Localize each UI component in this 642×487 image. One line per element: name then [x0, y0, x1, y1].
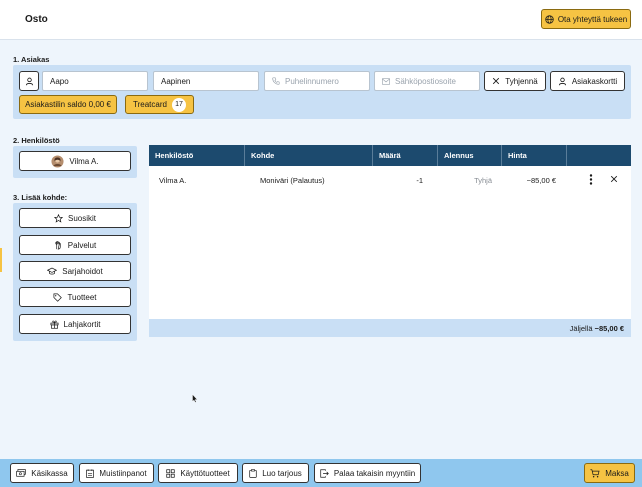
row-price[interactable]: −85,00 € — [502, 176, 556, 185]
email-field[interactable]: Sähköpostiosoite — [374, 71, 480, 91]
treatcard-label: Treatcard — [133, 100, 167, 109]
remaining-amount: Jäljellä −85,00 € — [570, 324, 624, 333]
remaining-value: −85,00 € — [594, 324, 624, 333]
row-remove-icon[interactable] — [610, 175, 618, 183]
clear-button[interactable]: Tyhjennä — [484, 71, 546, 91]
remaining-label: Jäljellä — [569, 324, 593, 333]
left-edge-marker — [0, 248, 2, 272]
shopping-cart-icon — [590, 468, 600, 478]
notes-icon — [86, 468, 95, 478]
column-header-item: Kohde — [245, 145, 373, 166]
close-icon — [492, 77, 500, 85]
first-name-field[interactable]: Aapo — [42, 71, 148, 91]
services-label: Palvelut — [67, 240, 97, 250]
last-name-field[interactable]: Aapinen — [153, 71, 259, 91]
email-placeholder: Sähköpostiosoite — [395, 76, 456, 86]
consumables-label: Käyttötuotteet — [180, 468, 230, 478]
favorites-button[interactable]: Suosikit — [19, 208, 131, 228]
customer-select-button[interactable] — [19, 71, 39, 91]
cash-drawer-label: Käsikassa — [31, 468, 68, 478]
services-button[interactable]: Palvelut — [19, 235, 131, 255]
favorites-label: Suosikit — [67, 213, 96, 223]
staff-select-button[interactable]: Vilma A. — [19, 151, 131, 171]
contact-support-label: Ota yhteyttä tukeen — [557, 14, 628, 24]
treatcard-button[interactable]: Treatcard 17 — [125, 95, 194, 114]
user-icon — [25, 77, 34, 86]
gift-icon — [50, 320, 59, 329]
purchase-table-body: Vilma A. Moniväri (Palautus) -1 Tyhjä −8… — [149, 166, 631, 319]
clipboard-icon — [249, 468, 257, 478]
phone-icon — [272, 77, 280, 85]
staff-section-label: 2. Henkilöstö — [13, 136, 60, 145]
row-staff: Vilma A. — [159, 176, 187, 185]
clear-label: Tyhjennä — [505, 76, 538, 86]
create-offer-button[interactable]: Luo tarjous — [242, 463, 309, 483]
pay-label: Maksa — [605, 468, 629, 478]
row-discount[interactable]: Tyhjä — [438, 176, 492, 185]
grid-icon — [166, 468, 175, 478]
column-header-staff: Henkilöstö — [149, 145, 245, 166]
globe-icon — [545, 14, 554, 24]
customer-card-button[interactable]: Asiakaskortti — [550, 71, 625, 91]
row-quantity[interactable]: -1 — [373, 176, 423, 185]
phone-field[interactable]: Puhelinnumero — [264, 71, 370, 91]
notes-label: Muistiinpanot — [99, 468, 147, 478]
exit-icon — [320, 468, 329, 478]
account-balance-label: Asiakastilin saldo 0,00 € — [25, 100, 111, 109]
column-header-actions — [567, 145, 631, 166]
series-treatments-label: Sarjahoidot — [62, 266, 103, 276]
row-more-options-icon[interactable] — [589, 174, 593, 185]
column-header-quantity: Määrä — [373, 145, 438, 166]
page-title: Osto — [25, 14, 48, 25]
avatar — [51, 154, 64, 168]
customer-card-label: Asiakaskortti — [571, 76, 618, 86]
return-to-sales-label: Palaa takaisin myyntiin — [333, 468, 416, 478]
notes-button[interactable]: Muistiinpanot — [79, 463, 154, 483]
account-balance-button[interactable]: Asiakastilin saldo 0,00 € — [19, 95, 117, 114]
table-row: Vilma A. Moniväri (Palautus) -1 Tyhjä −8… — [149, 166, 631, 194]
tag-icon — [53, 293, 63, 302]
treatcard-count-badge: 17 — [171, 97, 186, 112]
mouse-cursor-icon — [192, 394, 198, 403]
row-item: Moniväri (Palautus) — [260, 176, 325, 185]
products-button[interactable]: Tuotteet — [19, 287, 131, 307]
customer-section-label: 1. Asiakas — [13, 55, 50, 64]
create-offer-label: Luo tarjous — [262, 468, 302, 478]
hand-icon — [54, 240, 63, 250]
phone-placeholder: Puhelinnumero — [285, 76, 339, 86]
purchase-table-footer: Jäljellä −85,00 € — [149, 319, 631, 337]
staff-selected-label: Vilma A. — [69, 156, 99, 166]
gift-cards-label: Lahjakortit — [63, 319, 101, 329]
gift-cards-button[interactable]: Lahjakortit — [19, 314, 131, 334]
pay-button[interactable]: Maksa — [584, 463, 635, 483]
cash-drawer-button[interactable]: Käsikassa — [10, 463, 74, 483]
purchase-table-header: Henkilöstö Kohde Määrä Alennus Hinta — [149, 145, 631, 166]
bottom-action-bar: Käsikassa Muistiinpanot Käyttötuotteet L… — [0, 459, 642, 487]
column-header-price: Hinta — [502, 145, 567, 166]
first-name-value: Aapo — [50, 76, 69, 86]
cash-icon — [16, 469, 26, 477]
star-icon — [53, 213, 63, 223]
consumables-button[interactable]: Käyttötuotteet — [158, 463, 238, 483]
contact-support-button[interactable]: Ota yhteyttä tukeen — [541, 9, 631, 29]
mail-icon — [382, 77, 390, 85]
series-treatments-button[interactable]: Sarjahoidot — [19, 261, 131, 281]
last-name-value: Aapinen — [161, 76, 191, 86]
column-header-discount: Alennus — [438, 145, 502, 166]
graduation-cap-icon — [47, 267, 58, 276]
top-bar: Osto Ota yhteyttä tukeen — [0, 0, 642, 40]
return-to-sales-button[interactable]: Palaa takaisin myyntiin — [314, 463, 421, 483]
user-icon — [558, 77, 567, 86]
products-label: Tuotteet — [67, 292, 97, 302]
add-item-section-label: 3. Lisää kohde: — [13, 193, 68, 202]
